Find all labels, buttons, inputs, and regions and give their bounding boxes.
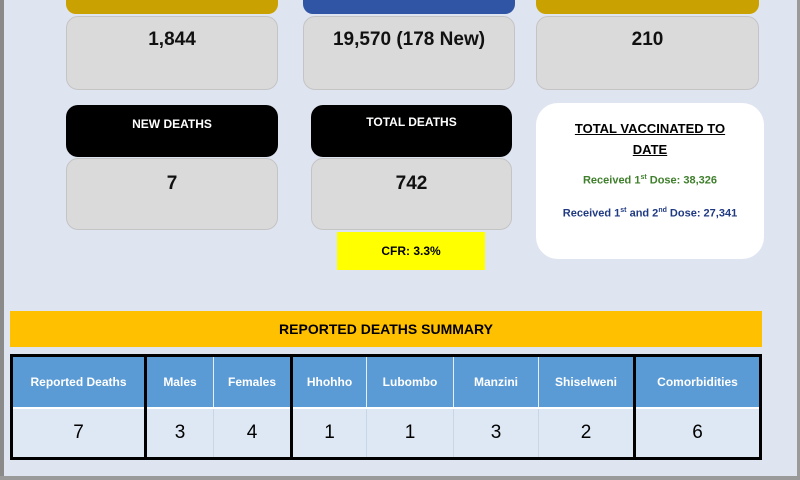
- summary-table-wrapper: Reported Deaths Males Females Hhohho Lub…: [10, 354, 762, 460]
- new-deaths-header: NEW DEATHS: [66, 105, 278, 157]
- summary-table: Reported Deaths Males Females Hhohho Lub…: [13, 357, 759, 457]
- val-reported-deaths: 7: [13, 408, 147, 457]
- summary-value-row: 7 3 4 1 1 3 2 6: [13, 408, 759, 457]
- val-shiselweni: 2: [538, 408, 636, 457]
- vaccinated-title: TOTAL VACCINATED TO DATE: [574, 121, 726, 157]
- stat-box-left: 1,844: [66, 16, 278, 90]
- col-males: Males: [145, 357, 214, 409]
- val-comorbidities: 6: [634, 408, 759, 457]
- second-dose-sup2: nd: [658, 206, 667, 214]
- col-shiselweni: Shiselweni: [538, 357, 636, 409]
- summary-title: REPORTED DEATHS SUMMARY: [279, 321, 493, 337]
- col-comorbidities: Comorbidities: [634, 357, 759, 409]
- cfr-text: CFR: 3.3%: [381, 244, 441, 258]
- first-dose-suffix: Dose: 38,326: [646, 174, 718, 187]
- val-lubombo: 1: [366, 408, 454, 457]
- new-deaths-box: 7: [66, 158, 278, 230]
- new-deaths-label: NEW DEATHS: [132, 117, 212, 131]
- col-manzini: Manzini: [453, 357, 539, 409]
- frame-bottom-border: [0, 476, 800, 480]
- col-reported-deaths: Reported Deaths: [13, 357, 147, 409]
- summary-banner: REPORTED DEATHS SUMMARY: [10, 311, 762, 347]
- col-lubombo: Lubombo: [366, 357, 454, 409]
- vaccinated-card: TOTAL VACCINATED TO DATE Received 1st Do…: [536, 103, 764, 259]
- total-deaths-header: TOTAL DEATHS: [311, 105, 512, 157]
- second-dose-line: Received 1st and 2nd Dose: 27,341: [536, 207, 764, 220]
- val-females: 4: [213, 408, 293, 457]
- stat-box-center: 19,570 (178 New): [303, 16, 515, 90]
- summary-header-row: Reported Deaths Males Females Hhohho Lub…: [13, 357, 759, 409]
- new-deaths-value: 7: [166, 173, 178, 194]
- stat-header-right: [536, 0, 759, 14]
- cfr-badge: CFR: 3.3%: [337, 232, 485, 270]
- second-dose-prefix: Received 1: [562, 207, 621, 220]
- stat-value-center: 19,570 (178 New): [332, 29, 486, 50]
- frame-left-border: [0, 0, 4, 480]
- total-deaths-label: TOTAL DEATHS: [366, 115, 457, 129]
- col-hhohho: Hhohho: [291, 357, 367, 409]
- stat-header-center: [303, 0, 515, 14]
- col-females: Females: [213, 357, 293, 409]
- total-deaths-value: 742: [395, 173, 428, 194]
- val-hhohho: 1: [291, 408, 367, 457]
- second-dose-middle: and 2: [626, 207, 659, 220]
- second-dose-suffix: Dose: 27,341: [666, 207, 738, 220]
- stat-value-right: 210: [631, 29, 664, 50]
- first-dose-line: Received 1st Dose: 38,326: [536, 174, 764, 187]
- val-males: 3: [145, 408, 214, 457]
- first-dose-prefix: Received 1: [582, 174, 641, 187]
- stat-box-right: 210: [536, 16, 759, 90]
- stat-header-left: [66, 0, 278, 14]
- stat-value-left: 1,844: [148, 29, 196, 50]
- val-manzini: 3: [453, 408, 539, 457]
- total-deaths-box: 742: [311, 158, 512, 230]
